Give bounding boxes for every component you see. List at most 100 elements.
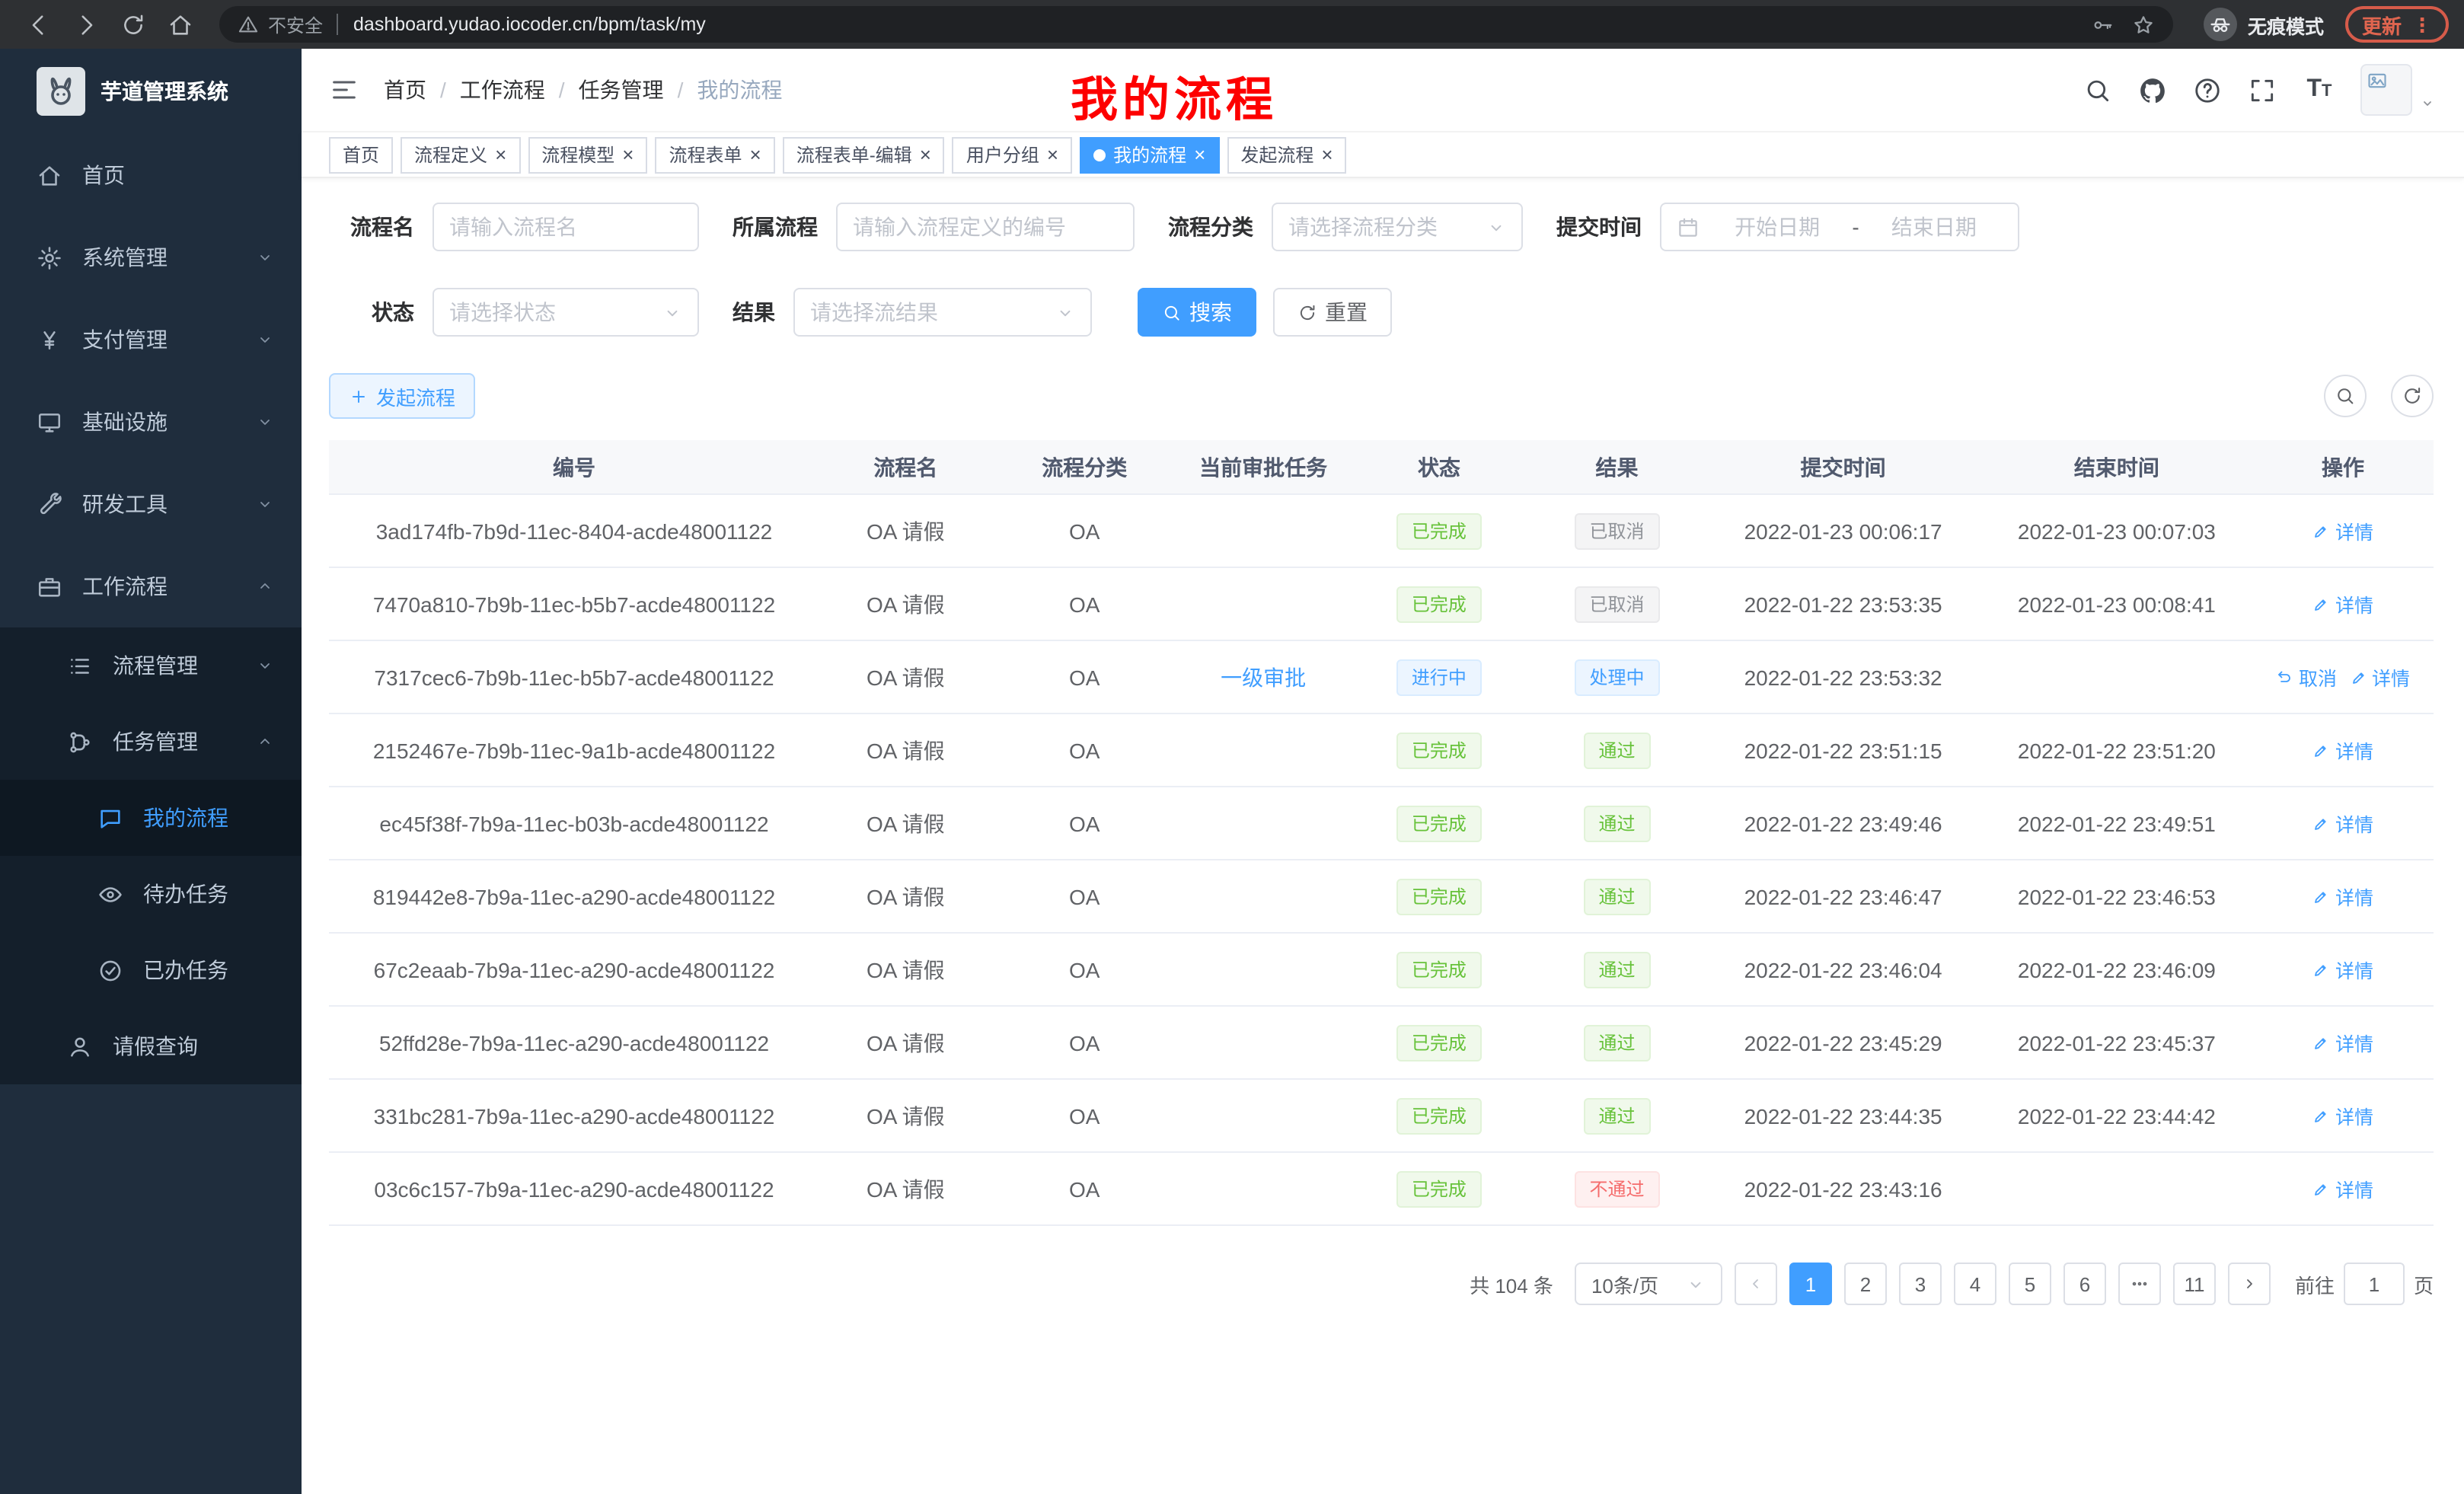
detail-link[interactable]: 详情 <box>2312 516 2373 545</box>
next-page-button[interactable] <box>2228 1263 2271 1305</box>
page-button-6[interactable]: 6 <box>2063 1263 2106 1305</box>
close-icon[interactable]: × <box>750 145 761 164</box>
sidebar-item-devtools[interactable]: 研发工具 <box>0 463 302 545</box>
back-icon[interactable] <box>26 11 52 37</box>
browser-menu-icon[interactable]: ⋮ <box>2412 14 2432 34</box>
detail-link[interactable]: 详情 <box>2312 809 2373 838</box>
sidebar-item-task-mgmt[interactable]: 任务管理 <box>0 704 302 780</box>
toggle-search-button[interactable] <box>2324 375 2367 417</box>
detail-link[interactable]: 详情 <box>2312 1028 2373 1057</box>
process-table: 编号流程名流程分类当前审批任务状态结果提交时间结束时间操作 3ad174fb-7… <box>329 440 2434 1226</box>
detail-link[interactable]: 详情 <box>2312 736 2373 765</box>
github-icon[interactable] <box>2138 75 2167 104</box>
sidebar-item-my-process[interactable]: 我的流程 <box>0 780 302 856</box>
table-row: 2152467e-7b9b-11ec-9a1b-acde48001122OA 请… <box>329 714 2434 787</box>
tab-my-process[interactable]: 我的流程× <box>1080 136 1219 173</box>
cell-process-name: OA 请假 <box>819 1173 992 1204</box>
breadcrumb-item[interactable]: 工作流程 <box>460 75 545 105</box>
process-name-input[interactable] <box>432 203 699 251</box>
user-icon <box>67 1033 93 1059</box>
sidebar-item-workflow[interactable]: 工作流程 <box>0 545 302 627</box>
question-icon[interactable] <box>2193 75 2222 104</box>
prev-page-button[interactable] <box>1735 1263 1777 1305</box>
page-size-select[interactable]: 10条/页 <box>1575 1263 1722 1305</box>
refresh-table-button[interactable] <box>2391 375 2434 417</box>
filter-label-status: 状态 <box>329 297 432 327</box>
result-select[interactable]: 请选择流结果 <box>793 288 1092 337</box>
create-process-button[interactable]: 发起流程 <box>329 373 475 419</box>
page-button-5[interactable]: 5 <box>2009 1263 2051 1305</box>
star-icon[interactable] <box>2132 13 2155 36</box>
category-select[interactable]: 请选择流程分类 <box>1272 203 1523 251</box>
breadcrumb-item[interactable]: 任务管理 <box>579 75 664 105</box>
sidebar-item-payment[interactable]: 支付管理 <box>0 298 302 381</box>
sidebar-item-leave-query[interactable]: 请假查询 <box>0 1008 302 1084</box>
sidebar-item-process-mgmt[interactable]: 流程管理 <box>0 627 302 704</box>
tab-process-definition[interactable]: 流程定义× <box>401 136 520 173</box>
key-icon[interactable] <box>2091 13 2114 36</box>
sidebar-item-home[interactable]: 首页 <box>0 134 302 216</box>
eye-icon <box>97 881 123 907</box>
update-label: 更新 <box>2362 10 2402 39</box>
close-icon[interactable]: × <box>1321 145 1333 164</box>
close-icon[interactable]: × <box>920 145 931 164</box>
reset-button[interactable]: 重置 <box>1273 288 1392 337</box>
status-tag: 通过 <box>1583 1097 1650 1134</box>
table-row: 03c6c157-7b9a-11ec-a290-acde48001122OA 请… <box>329 1153 2434 1226</box>
sidebar-item-todo-tasks[interactable]: 待办任务 <box>0 856 302 932</box>
tab-user-group[interactable]: 用户分组× <box>953 136 1072 173</box>
detail-link[interactable]: 详情 <box>2312 955 2373 984</box>
detail-link[interactable]: 详情 <box>2312 589 2373 618</box>
page-button-2[interactable]: 2 <box>1844 1263 1887 1305</box>
close-icon[interactable]: × <box>1047 145 1058 164</box>
detail-link[interactable]: 详情 <box>2349 662 2410 691</box>
cell-submit-time: 2022-01-22 23:46:04 <box>1706 957 1981 982</box>
page-button-3[interactable]: 3 <box>1899 1263 1942 1305</box>
avatar-menu[interactable] <box>2360 64 2437 116</box>
cell-actions: 取消详情 <box>2252 662 2434 691</box>
search-button[interactable]: 搜索 <box>1138 288 1256 337</box>
forward-icon[interactable] <box>73 11 99 37</box>
detail-link[interactable]: 详情 <box>2312 1174 2373 1203</box>
avatar[interactable] <box>2360 64 2412 116</box>
goto-page-input[interactable] <box>2344 1263 2405 1305</box>
fullscreen-icon[interactable] <box>2248 75 2277 104</box>
close-icon[interactable]: × <box>622 145 634 164</box>
refresh-icon <box>2402 385 2423 407</box>
breadcrumb-separator: / <box>440 78 446 102</box>
process-definition-input[interactable] <box>836 203 1135 251</box>
tab-home[interactable]: 首页 <box>329 136 393 173</box>
detail-link[interactable]: 详情 <box>2312 882 2373 911</box>
breadcrumb-item[interactable]: 首页 <box>384 75 426 105</box>
tab-process-form-edit[interactable]: 流程表单-编辑× <box>783 136 945 173</box>
page-button-4[interactable]: 4 <box>1954 1263 1996 1305</box>
home-icon[interactable] <box>168 11 193 37</box>
chat-icon <box>97 805 123 831</box>
font-size-icon[interactable]: TT <box>2303 75 2332 104</box>
cancel-link[interactable]: 取消 <box>2276 662 2337 691</box>
task-link[interactable]: 一级审批 <box>1221 665 1306 689</box>
detail-link[interactable]: 详情 <box>2312 1101 2373 1130</box>
close-icon[interactable]: × <box>495 145 506 164</box>
submit-time-range-picker[interactable]: 开始日期 - 结束日期 <box>1660 203 2019 251</box>
more-pages-button[interactable] <box>2118 1263 2161 1305</box>
tab-process-form[interactable]: 流程表单× <box>655 136 774 173</box>
close-icon[interactable]: × <box>1194 145 1205 164</box>
breadcrumb: 首页/工作流程/任务管理/我的流程 <box>384 75 782 105</box>
status-select[interactable]: 请选择状态 <box>432 288 699 337</box>
edit-icon <box>2312 887 2331 905</box>
hamburger-icon[interactable] <box>329 75 359 105</box>
tab-process-model[interactable]: 流程模型× <box>528 136 647 173</box>
sidebar-item-infra[interactable]: 基础设施 <box>0 381 302 463</box>
address-bar[interactable]: 不安全 dashboard.yudao.iocoder.cn/bpm/task/… <box>219 6 2173 43</box>
page-button-1[interactable]: 1 <box>1789 1263 1832 1305</box>
update-button[interactable]: 更新 ⋮ <box>2345 6 2449 43</box>
reload-icon[interactable] <box>120 11 146 37</box>
cell-process-name: OA 请假 <box>819 735 992 765</box>
page-button-11[interactable]: 11 <box>2173 1263 2216 1305</box>
sidebar-item-done-tasks[interactable]: 已办任务 <box>0 932 302 1008</box>
status-tag: 已完成 <box>1396 951 1482 988</box>
search-icon[interactable] <box>2083 75 2112 104</box>
tab-start-process[interactable]: 发起流程× <box>1227 136 1346 173</box>
sidebar-item-system[interactable]: 系统管理 <box>0 216 302 298</box>
